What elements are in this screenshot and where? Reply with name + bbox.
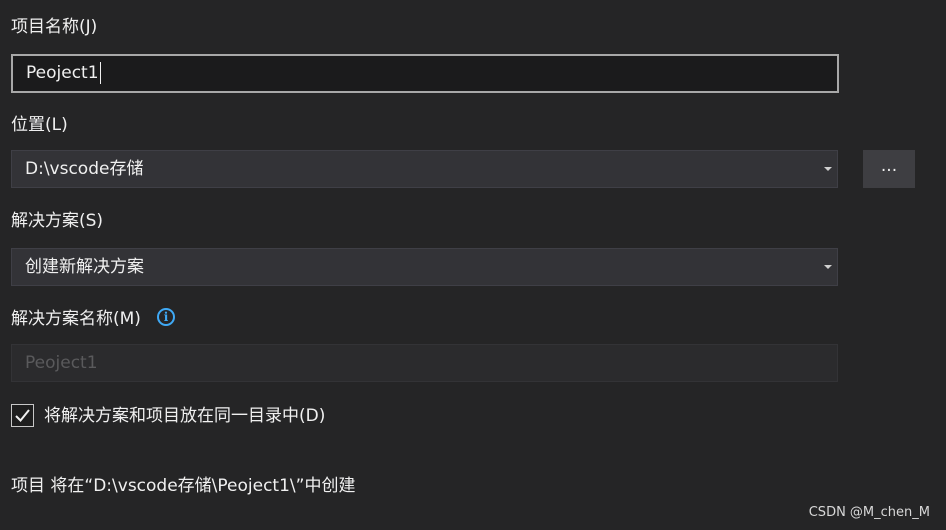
project-name-label: 项目名称(J) <box>11 17 98 37</box>
same-directory-checkbox[interactable] <box>11 404 34 427</box>
location-value: D:\vscode存储 <box>25 159 144 179</box>
creation-summary: 项目 将在“D:\vscode存储\Peoject1\”中创建 <box>11 476 356 496</box>
chevron-down-icon[interactable] <box>824 265 832 269</box>
watermark: CSDN @M_chen_M <box>808 505 930 520</box>
solution-name-input: Peoject1 <box>11 344 838 382</box>
solution-name-label: 解决方案名称(M) <box>11 309 141 329</box>
browse-button[interactable]: ... <box>863 150 915 188</box>
same-directory-label[interactable]: 将解决方案和项目放在同一目录中(D) <box>44 405 325 427</box>
solution-name-placeholder: Peoject1 <box>25 353 98 373</box>
info-icon[interactable]: i <box>157 308 175 326</box>
solution-value: 创建新解决方案 <box>25 257 144 277</box>
solution-label: 解决方案(S) <box>11 211 104 231</box>
solution-combobox[interactable]: 创建新解决方案 <box>11 248 838 286</box>
location-label: 位置(L) <box>11 115 68 135</box>
project-name-value: Peoject1 <box>26 63 99 83</box>
text-caret <box>99 62 101 84</box>
chevron-down-icon[interactable] <box>824 167 832 171</box>
project-name-input[interactable]: Peoject1 <box>11 54 839 93</box>
location-combobox[interactable]: D:\vscode存储 <box>11 150 838 188</box>
checkmark-icon <box>15 409 30 422</box>
configure-project-panel: 项目名称(J) Peoject1 位置(L) D:\vscode存储 ... 解… <box>0 0 946 530</box>
